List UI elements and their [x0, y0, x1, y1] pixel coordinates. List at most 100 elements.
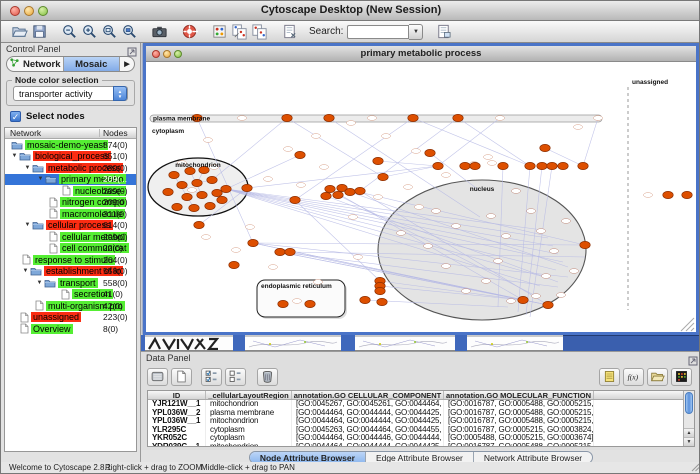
network-node[interactable] [470, 162, 480, 169]
network-node-small[interactable] [532, 294, 541, 299]
table-row[interactable]: YKR052Ccytoplasm[GO:0044464, GO:0044446,… [148, 434, 694, 443]
zoom-selected-icon[interactable] [119, 22, 139, 41]
network-node[interactable] [305, 300, 315, 307]
background-window[interactable] [455, 335, 467, 351]
network-node-small[interactable] [284, 147, 293, 152]
delete-icon[interactable] [257, 368, 278, 386]
table-row[interactable]: YPL036W__1mitochondrion[GO:0044464, GO:0… [148, 417, 694, 426]
network-node-small[interactable] [494, 259, 503, 264]
network-node-small[interactable] [204, 138, 213, 143]
tree-row-biological-process[interactable]: ▼biological_process651(0) [5, 151, 136, 163]
network-node[interactable] [408, 114, 418, 121]
network-node-small[interactable] [312, 134, 321, 139]
combine-icon[interactable] [147, 368, 168, 386]
plugin-overlay2-icon[interactable] [249, 22, 269, 41]
float-panel-icon[interactable] [688, 353, 698, 363]
network-node[interactable] [425, 149, 435, 156]
canvas-resize-grip[interactable] [681, 318, 694, 331]
help-icon[interactable] [179, 22, 199, 41]
table-row[interactable]: YDR039C__1mitochondrion[GO:0044464, GO:0… [148, 443, 694, 447]
network-node[interactable] [242, 184, 252, 191]
network-node-small[interactable] [484, 155, 493, 160]
network-node-small[interactable] [482, 279, 491, 284]
network-node[interactable] [543, 301, 553, 308]
network-node-small[interactable] [542, 274, 551, 279]
network-node[interactable] [172, 203, 182, 210]
tree-expand-arrow-icon[interactable]: ▼ [10, 153, 19, 159]
network-node-small[interactable] [502, 234, 511, 239]
scroll-down-icon[interactable]: ▼ [684, 437, 694, 446]
network-node[interactable] [248, 239, 258, 246]
tab-edge-attribute-browser[interactable]: Edge Attribute Browser [366, 452, 474, 463]
network-node[interactable] [189, 204, 199, 211]
network-node-small[interactable] [412, 149, 421, 154]
tree-header-network[interactable]: Network [10, 128, 41, 138]
network-node[interactable] [324, 114, 334, 121]
new-page-icon[interactable] [171, 368, 192, 386]
network-node-small[interactable] [202, 235, 211, 240]
column-header[interactable]: annotation.GO CELLULAR_COMPONENT [292, 391, 444, 399]
network-node[interactable] [275, 248, 285, 255]
tab-node-attribute-browser[interactable]: Node Attribute Browser [250, 452, 366, 463]
network-node-small[interactable] [232, 248, 241, 253]
network-node[interactable] [325, 185, 335, 192]
snapshot-icon[interactable] [149, 22, 169, 41]
network-node[interactable] [217, 196, 227, 203]
network-node-small[interactable] [269, 265, 278, 270]
network-node-small[interactable] [320, 165, 329, 170]
background-window[interactable] [355, 335, 455, 351]
scroll-up-icon[interactable]: ▲ [684, 428, 694, 437]
background-window[interactable] [245, 335, 341, 351]
network-node[interactable] [345, 188, 355, 195]
network-node-small[interactable] [442, 173, 451, 178]
column-header[interactable]: _cellularLayoutRegion [206, 391, 292, 399]
plugin-grid-icon[interactable] [209, 22, 229, 41]
select-attributes-icon[interactable] [201, 368, 222, 386]
tree-row-overview[interactable]: Overview8(0) [5, 323, 136, 335]
plugin-overlay-icon[interactable] [229, 22, 249, 41]
network-node-small[interactable] [462, 289, 471, 294]
tree-row-metabolic-process[interactable]: ▼metabolic process280(0) [5, 162, 136, 174]
web-page-icon[interactable] [279, 22, 299, 41]
tree-row-multi-organism-pro[interactable]: multi-organism pro42(0) [5, 300, 136, 312]
tree-row-primary-metabo[interactable]: ▼primary metabo209(... [5, 174, 136, 186]
network-node[interactable] [547, 162, 557, 169]
network-node[interactable] [192, 179, 202, 186]
network-node-small[interactable] [354, 255, 363, 260]
network-node[interactable] [205, 202, 215, 209]
network-node[interactable] [663, 191, 673, 198]
network-node-small[interactable] [397, 231, 406, 236]
network-node-small[interactable] [238, 116, 247, 121]
tab-mosaic[interactable]: Mosaic [64, 57, 121, 71]
network-node[interactable] [537, 162, 547, 169]
network-node-small[interactable] [246, 225, 255, 230]
network-node-small[interactable] [297, 183, 306, 188]
tree-row-transport[interactable]: ▼transport558(0) [5, 277, 136, 289]
network-node[interactable] [182, 193, 192, 200]
search-input[interactable] [347, 25, 409, 39]
zoom-in-icon[interactable] [79, 22, 99, 41]
network-node-small[interactable] [496, 116, 505, 121]
tree-row-cellular-metabol[interactable]: cellular metabol209(0) [5, 231, 136, 243]
window-resize-grip[interactable] [691, 463, 700, 472]
network-node[interactable] [229, 261, 239, 268]
select-nodes-checkbox[interactable]: ✓ [10, 111, 21, 122]
network-node-small[interactable] [557, 293, 566, 298]
network-node[interactable] [355, 187, 365, 194]
network-node[interactable] [221, 185, 231, 192]
network-node-small[interactable] [487, 214, 496, 219]
network-node[interactable] [460, 162, 470, 169]
save-icon[interactable] [29, 22, 49, 41]
network-node[interactable] [518, 296, 528, 303]
network-node[interactable] [433, 162, 443, 169]
tab-network[interactable]: Network [7, 57, 64, 71]
network-node[interactable] [207, 176, 217, 183]
network-node-small[interactable] [644, 193, 653, 198]
network-node[interactable] [558, 162, 568, 169]
network-node-small[interactable] [452, 224, 461, 229]
tree-expand-arrow-icon[interactable]: ▼ [21, 268, 30, 274]
float-panel-icon[interactable] [127, 44, 137, 54]
network-node-small[interactable] [368, 116, 377, 121]
network-node[interactable] [373, 157, 383, 164]
network-node-small[interactable] [264, 177, 273, 182]
